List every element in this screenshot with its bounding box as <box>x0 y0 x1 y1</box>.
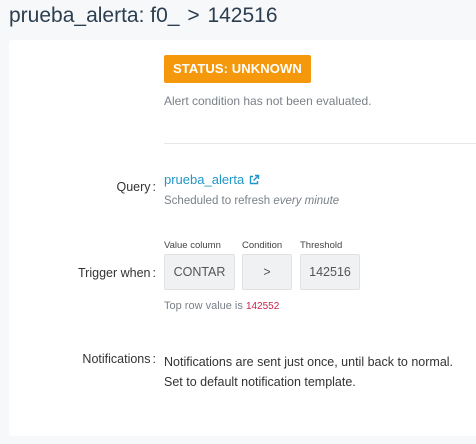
notifications-label-row: Notifications: <box>82 352 156 366</box>
top-row-value: Top row value is 142552 <box>164 300 279 312</box>
alert-details-card: STATUS: UNKNOWN Alert condition has not … <box>9 40 476 436</box>
threshold-field[interactable]: 142516 <box>300 254 360 290</box>
alert-operator: > <box>187 4 200 27</box>
top-row-number: 142552 <box>245 301 280 312</box>
value-column-caption: Value column <box>164 240 221 251</box>
notifications-label: Notifications <box>82 352 151 366</box>
schedule-prefix: Scheduled to refresh <box>164 195 271 207</box>
alert-threshold: 142516 <box>207 4 278 27</box>
value-column-field[interactable]: CONTAR <box>164 254 235 290</box>
page-title: prueba_alerta: f0_ > 142516 <box>9 4 278 28</box>
trigger-label: Trigger when <box>78 266 151 280</box>
query-link[interactable]: prueba_alerta <box>164 172 260 187</box>
status-description: Alert condition has not been evaluated. <box>164 94 372 108</box>
top-row-prefix: Top row value is <box>164 300 243 312</box>
schedule-value: every minute <box>273 195 340 207</box>
alert-column: f0_ <box>150 4 180 27</box>
query-link-text: prueba_alerta <box>164 172 245 187</box>
divider <box>164 143 476 144</box>
refresh-schedule: Scheduled to refresh every minute <box>164 195 339 207</box>
status-badge: STATUS: UNKNOWN <box>164 55 311 83</box>
condition-caption: Condition <box>242 240 283 251</box>
condition-field[interactable]: > <box>242 254 292 290</box>
notifications-line-2: Set to default notification template. <box>164 375 356 389</box>
threshold-caption: Threshold <box>300 240 343 251</box>
notifications-text: Notifications are sent just once, until … <box>164 352 453 392</box>
query-label: Query <box>116 180 151 194</box>
query-label-row: Query: <box>116 180 156 194</box>
external-link-icon <box>250 174 260 184</box>
alert-name: prueba_alerta: <box>9 4 145 27</box>
trigger-label-row: Trigger when: <box>78 266 156 280</box>
notifications-line-1: Notifications are sent just once, until … <box>164 355 454 369</box>
